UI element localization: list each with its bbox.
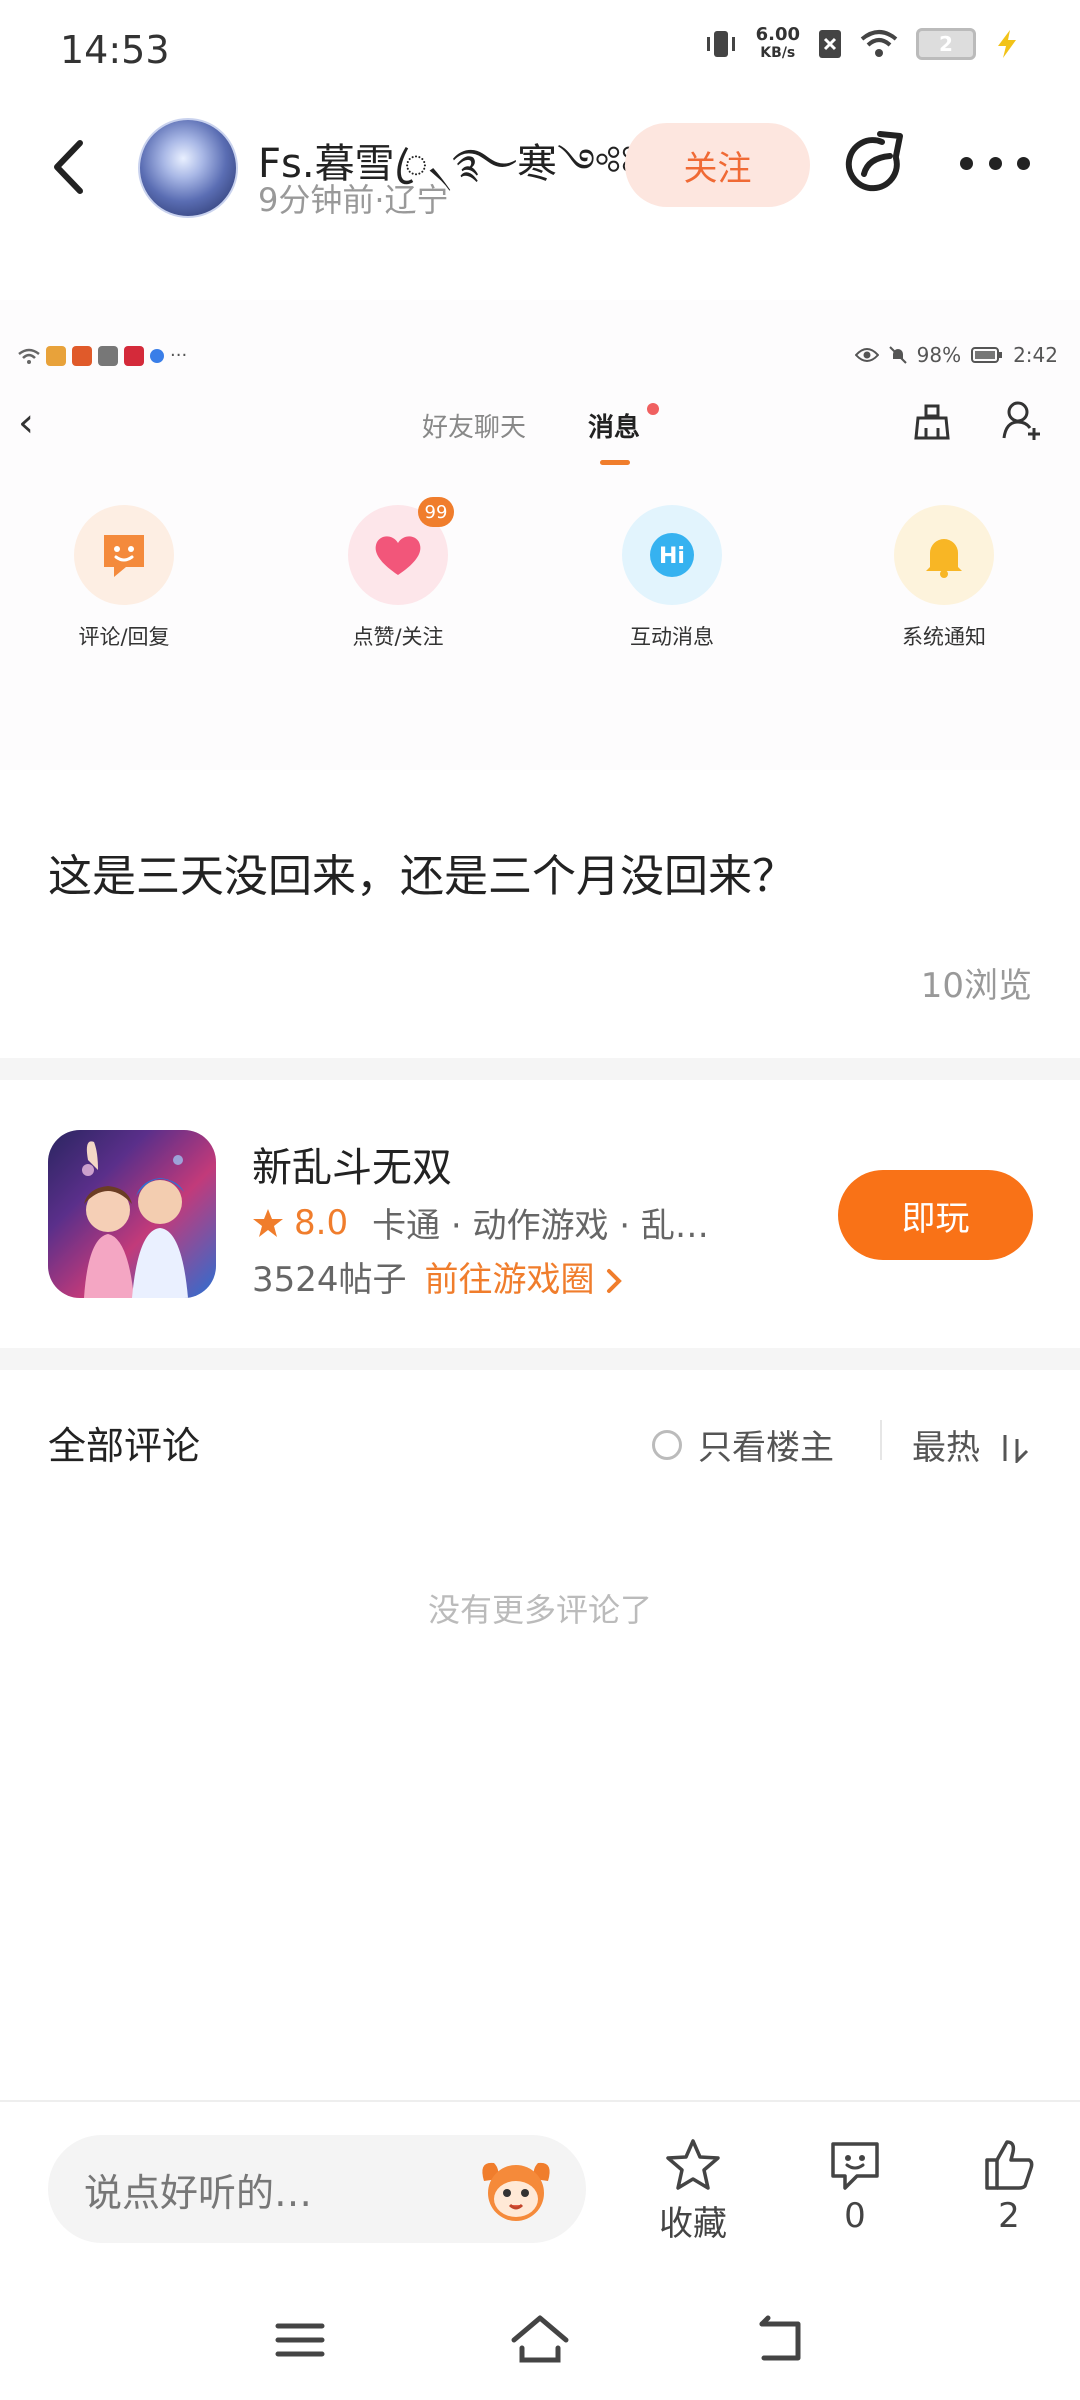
- view-count: 10浏览: [920, 966, 1032, 1006]
- network-speed: 6.00 KB/s: [755, 24, 800, 62]
- game-tags: 卡通 · 动作游戏 · 乱…: [372, 1206, 709, 1246]
- comment-count: 0: [844, 2196, 866, 2236]
- game-name[interactable]: 新乱斗无双: [252, 1135, 452, 1193]
- battery-percent: 98%: [916, 343, 962, 367]
- category-label: 系统通知: [902, 625, 986, 649]
- smile-chat-icon: [74, 505, 174, 605]
- category-label: 互动消息: [630, 625, 714, 649]
- share-icon[interactable]: [840, 128, 912, 200]
- back-icon[interactable]: [45, 135, 95, 200]
- tab-friends-chat: 好友聊天: [422, 413, 527, 443]
- like-button[interactable]: 2: [954, 2138, 1064, 2236]
- svg-text:Hi: Hi: [659, 544, 685, 569]
- battery-icon: 2: [916, 28, 976, 60]
- category-interactions: Hi 互动消息: [582, 505, 762, 651]
- image-status-right: 98% 2:42: [854, 343, 1058, 367]
- wifi-icon: [18, 348, 40, 364]
- author-avatar[interactable]: [138, 118, 238, 218]
- favorite-label: 收藏: [659, 2204, 727, 2244]
- section-divider: [0, 1348, 1080, 1370]
- op-only-label: 只看楼主: [698, 1428, 834, 1468]
- tab-messages: 消息: [588, 413, 641, 443]
- hi-icon: Hi: [622, 505, 722, 605]
- dot-icon: [960, 156, 973, 170]
- comments-title: 全部评论: [48, 1424, 201, 1468]
- op-only-toggle[interactable]: 只看楼主: [652, 1420, 834, 1469]
- bell-icon: [894, 505, 994, 605]
- favorite-button[interactable]: 收藏: [638, 2138, 748, 2245]
- comment-placeholder: 说点好听的…: [84, 2171, 313, 2215]
- menu-icon[interactable]: [270, 2310, 330, 2370]
- like-count: 2: [998, 2196, 1020, 2236]
- chevron-right-icon: [607, 1269, 623, 1293]
- dot-icon: [1017, 156, 1030, 170]
- thumbs-up-icon: [985, 2140, 1034, 2190]
- game-rating: 8.0: [294, 1202, 349, 1243]
- mute-icon: [888, 346, 907, 364]
- status-time: 14:53: [60, 28, 170, 72]
- instant-play-button[interactable]: 即玩: [838, 1170, 1033, 1260]
- app-icon: [98, 345, 118, 366]
- star-icon: [253, 1208, 283, 1237]
- home-icon[interactable]: [510, 2310, 570, 2370]
- game-post-count: 3524帖子: [252, 1260, 407, 1300]
- unread-badge: 99: [418, 497, 454, 527]
- category-label: 点赞/关注: [352, 625, 444, 649]
- wifi-icon: [860, 30, 898, 57]
- section-divider: [0, 1058, 1080, 1080]
- sort-icon: [1003, 1435, 1028, 1465]
- image-back-icon: ‹: [18, 400, 34, 446]
- game-posts-row: 3524帖子 前往游戏圈: [252, 1252, 623, 1301]
- comment-button[interactable]: 0: [800, 2138, 910, 2236]
- sort-label: 最热: [912, 1428, 980, 1468]
- more-notifications-icon: ···: [170, 345, 188, 366]
- battery-icon: [971, 347, 1003, 363]
- game-icon[interactable]: [48, 1130, 216, 1298]
- back-nav-icon[interactable]: [750, 2310, 810, 2370]
- category-label: 评论/回复: [78, 625, 170, 649]
- follow-button[interactable]: 关注: [625, 123, 810, 207]
- category-comments: 评论/回复: [34, 505, 214, 651]
- radio-icon[interactable]: [652, 1429, 682, 1460]
- bottom-divider: [0, 2100, 1080, 2102]
- star-outline-icon: [666, 2139, 720, 2190]
- more-options-button[interactable]: [960, 138, 1030, 188]
- game-meta: 8.0 卡通 · 动作游戏 · 乱…: [252, 1198, 709, 1247]
- app-icon: [72, 345, 92, 366]
- no-sim-icon: [819, 30, 841, 58]
- app-icon: [124, 345, 144, 366]
- tab-indicator: [600, 460, 630, 465]
- category-likes: 99 点赞/关注: [308, 497, 488, 651]
- post-content: 这是三天没回来，还是三个月没回来？: [48, 851, 796, 902]
- broom-icon: [914, 404, 950, 440]
- heart-icon: 99: [348, 497, 454, 605]
- mascot-emoji-icon[interactable]: [478, 2155, 554, 2225]
- app-icon: [150, 348, 164, 363]
- divider: [880, 1420, 882, 1460]
- image-time: 2:42: [1013, 343, 1058, 367]
- sort-button[interactable]: 最热: [912, 1420, 1031, 1469]
- eye-icon: [854, 348, 879, 362]
- unread-dot: [647, 403, 659, 415]
- charging-icon: [998, 30, 1016, 58]
- add-friend-icon: [1002, 401, 1040, 440]
- category-system: 系统通知: [854, 505, 1034, 651]
- post-time-location: 9分钟前·辽宁: [258, 181, 449, 219]
- no-more-comments: 没有更多评论了: [427, 1591, 652, 1629]
- app-icon: [46, 345, 66, 366]
- game-circle-link-label: 前往游戏圈: [424, 1260, 595, 1300]
- vibrate-icon: [706, 31, 735, 57]
- status-icons: 6.00 KB/s 2: [704, 26, 1020, 62]
- game-circle-link[interactable]: 前往游戏圈: [425, 1260, 624, 1300]
- dot-icon: [988, 156, 1002, 170]
- image-status-left: ···: [18, 345, 187, 366]
- comment-icon: [831, 2142, 879, 2190]
